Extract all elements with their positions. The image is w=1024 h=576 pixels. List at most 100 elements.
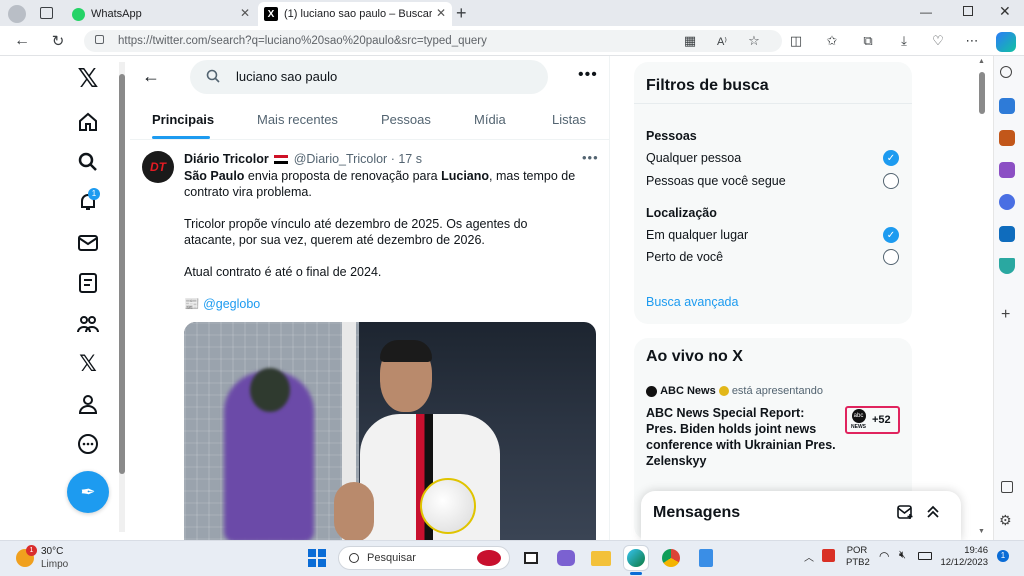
more-options-icon[interactable]: ••• [578, 66, 598, 84]
sidebar-settings-icon[interactable]: ⚙ [999, 512, 1012, 529]
edge-browser-icon[interactable] [623, 545, 649, 571]
minimize-button[interactable]: — [920, 5, 932, 19]
back-button[interactable]: ← [12, 31, 32, 51]
search-input[interactable]: luciano sao paulo [236, 69, 337, 84]
checked-icon[interactable]: ✓ [883, 150, 899, 166]
scroll-down-arrow-icon[interactable]: ▼ [978, 528, 985, 535]
tweet-time[interactable]: · 17 s [391, 152, 422, 166]
show-hidden-icons-chevron[interactable]: ︿ [804, 549, 814, 564]
language-indicator[interactable]: POR PTB2 [846, 545, 870, 569]
sidebar-games-icon[interactable] [999, 162, 1015, 178]
more-options-icon[interactable]: ⋯ [962, 31, 982, 51]
copilot-icon[interactable] [996, 32, 1016, 52]
start-windows-icon[interactable] [304, 545, 330, 571]
page-scrollbar-thumb[interactable] [979, 72, 985, 114]
teams-chat-icon[interactable] [553, 545, 579, 571]
chrome-icon[interactable] [658, 545, 684, 571]
sidebar-m365-icon[interactable] [999, 194, 1015, 210]
tab-x-search[interactable]: X (1) luciano sao paulo – Buscar / X ✕ [258, 2, 452, 26]
notification-center-badge[interactable]: 1 [997, 550, 1009, 562]
sidebar-tag-icon[interactable] [999, 98, 1015, 114]
battery-icon[interactable] [918, 552, 932, 560]
lock-icon[interactable] [95, 35, 104, 44]
premium-x-icon[interactable]: 𝕏 [76, 351, 100, 376]
tab-actions-icon[interactable] [40, 7, 53, 19]
tab-listas[interactable]: Listas [552, 112, 586, 127]
sidebar-outlook-icon[interactable] [999, 226, 1015, 242]
new-message-icon[interactable] [897, 505, 914, 520]
scroll-up-arrow-icon[interactable]: ▲ [978, 58, 985, 65]
file-explorer-icon[interactable] [588, 545, 614, 571]
home-icon[interactable] [76, 110, 100, 134]
geglobo-link[interactable]: @geglobo [203, 297, 260, 311]
profile-icon[interactable] [76, 392, 100, 416]
profile-avatar-icon[interactable] [8, 5, 26, 23]
lists-icon[interactable] [76, 271, 100, 295]
sidebar-tools-icon[interactable] [999, 130, 1015, 146]
collections-icon[interactable]: ⧉ [858, 31, 878, 51]
live-participants-badge[interactable]: abc NEWS +52 [845, 406, 900, 434]
compose-post-button[interactable]: ✒ [67, 471, 109, 513]
sidebar-drop-icon[interactable] [999, 258, 1015, 274]
author-name[interactable]: Diário Tricolor [184, 152, 269, 166]
tab-midia[interactable]: Mídia [474, 112, 506, 127]
unchecked-circle-icon[interactable] [883, 173, 899, 189]
tab-pessoas[interactable]: Pessoas [381, 112, 431, 127]
messages-icon[interactable] [76, 231, 100, 255]
refresh-button[interactable]: ↻ [48, 31, 68, 51]
notification-badge: 1 [88, 188, 100, 200]
favorites-icon[interactable]: ✩ [822, 31, 842, 51]
volume-muted-icon[interactable]: 🔇︎ [899, 549, 906, 562]
location-option-near-you[interactable]: Perto de você [646, 250, 723, 264]
live-headline[interactable]: ABC News Special Report: Pres. Biden hol… [646, 405, 836, 469]
tab-mais-recentes[interactable]: Mais recentes [257, 112, 338, 127]
left-scrollbar-thumb[interactable] [119, 74, 125, 474]
task-view-icon[interactable] [518, 545, 544, 571]
expand-chevrons-icon[interactable] [926, 505, 940, 519]
people-option-anyone[interactable]: Qualquer pessoa [646, 151, 741, 165]
verified-gold-icon [718, 386, 729, 397]
back-arrow-icon[interactable]: ← [142, 66, 160, 87]
advanced-search-link[interactable]: Busca avançada [646, 295, 738, 309]
url-field[interactable]: https://twitter.com/search?q=luciano%20s… [84, 30, 782, 52]
edge-sidebar [993, 56, 1024, 540]
taskbar-search-box[interactable]: Pesquisar [338, 546, 510, 570]
location-option-anywhere[interactable]: Em qualquer lugar [646, 228, 748, 242]
explore-search-icon[interactable] [76, 150, 100, 174]
clock[interactable]: 19:46 12/12/2023 [940, 545, 988, 569]
more-circle-icon[interactable] [76, 432, 100, 456]
people-option-following[interactable]: Pessoas que você segue [646, 174, 786, 188]
app-available-icon[interactable]: ▦ [680, 31, 700, 51]
live-host-line[interactable]: ABC News está apresentando [646, 385, 823, 397]
taskbar-search-placeholder: Pesquisar [367, 552, 416, 564]
unchecked-circle-icon[interactable] [883, 249, 899, 265]
wifi-icon[interactable]: ◠ [879, 549, 889, 563]
close-tab-icon[interactable]: ✕ [240, 6, 250, 20]
tab-whatsapp[interactable]: WhatsApp ✕ [66, 2, 256, 26]
bold-sao-paulo: São Paulo [184, 169, 245, 183]
author-handle[interactable]: @Diario_Tricolor [294, 152, 388, 166]
close-tab-icon[interactable]: ✕ [436, 6, 446, 20]
communities-icon[interactable] [76, 312, 100, 336]
sidebar-layout-icon[interactable] [1001, 481, 1013, 493]
tray-app-icon[interactable] [822, 549, 835, 562]
weather-widget[interactable]: 1 30°C Limpo [14, 545, 104, 573]
sidebar-search-icon[interactable] [1000, 66, 1012, 78]
author-avatar[interactable]: DT [142, 151, 174, 183]
tab-principais[interactable]: Principais [152, 112, 214, 127]
tweet-media-image[interactable] [184, 322, 596, 540]
notepad-icon[interactable] [693, 545, 719, 571]
split-screen-icon[interactable]: ◫ [786, 31, 806, 51]
read-aloud-icon[interactable]: A⁾ [712, 31, 732, 51]
checked-icon[interactable]: ✓ [883, 227, 899, 243]
x-home-logo-icon[interactable]: 𝕏 [76, 63, 100, 93]
downloads-icon[interactable]: ⤓ [894, 31, 914, 51]
tweet-more-icon[interactable]: ••• [582, 150, 599, 165]
new-tab-button[interactable]: + [456, 3, 467, 24]
favorite-star-icon[interactable]: ☆ [744, 31, 764, 51]
restore-button[interactable] [963, 6, 973, 16]
sidebar-add-icon[interactable]: + [1001, 306, 1010, 324]
browser-essentials-icon[interactable]: ♡ [928, 31, 948, 51]
windows-taskbar [0, 540, 1024, 576]
close-window-button[interactable]: ✕ [999, 3, 1011, 20]
